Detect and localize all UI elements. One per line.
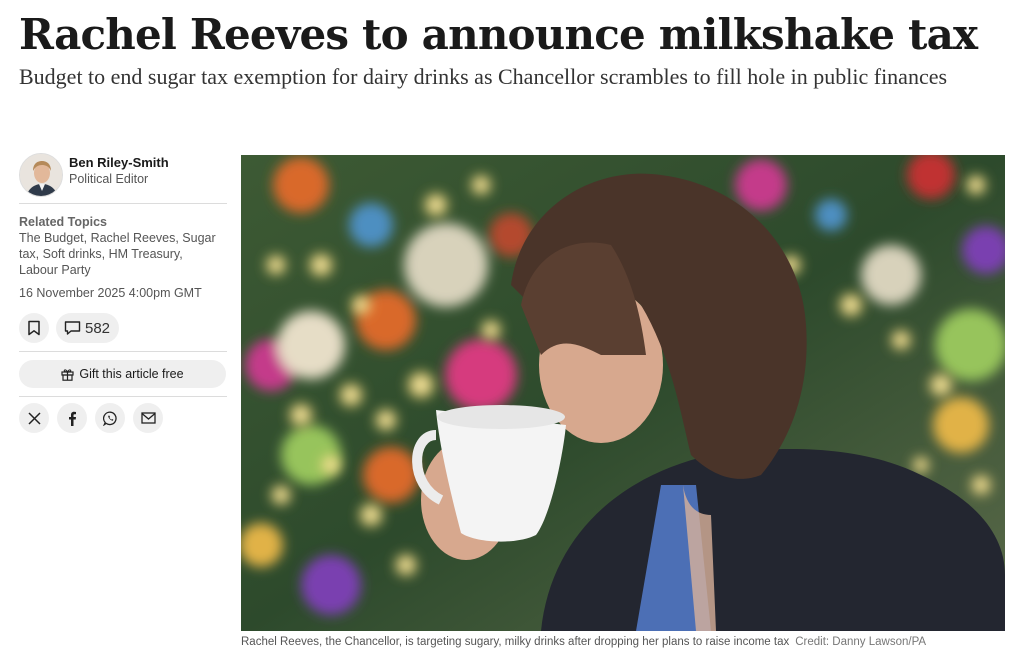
comment-count: 582 (85, 319, 111, 337)
article-standfirst: Budget to end sugar tax exemption for da… (19, 64, 948, 89)
related-topics-list[interactable]: The Budget, Rachel Reeves, Sugar tax, So… (19, 230, 224, 278)
share-whatsapp-button[interactable] (95, 403, 125, 433)
email-icon (140, 412, 156, 424)
divider (19, 351, 227, 352)
article-sidebar: Ben Riley-Smith Political Editor Related… (19, 153, 227, 433)
bookmark-button[interactable] (19, 313, 49, 343)
author-byline[interactable]: Ben Riley-Smith Political Editor (19, 153, 227, 203)
comments-button[interactable]: 582 (56, 313, 120, 343)
hero-image (241, 155, 1005, 631)
divider (19, 203, 227, 204)
gift-icon (61, 368, 74, 381)
gift-article-button[interactable]: Gift this article free (19, 360, 226, 388)
author-role: Political Editor (69, 172, 149, 186)
share-buttons (19, 403, 227, 433)
comment-icon (64, 321, 81, 335)
related-topics-title: Related Topics (19, 215, 107, 229)
caption-text: Rachel Reeves, the Chancellor, is target… (241, 636, 790, 648)
image-caption: Rachel Reeves, the Chancellor, is target… (241, 635, 1005, 649)
publish-date: 16 November 2025 4:00pm GMT (19, 286, 202, 300)
whatsapp-icon (102, 411, 117, 426)
article-headline: Rachel Reeves to announce milkshake tax (19, 10, 978, 59)
x-icon (27, 411, 41, 425)
author-avatar[interactable] (19, 153, 63, 197)
divider (19, 396, 227, 397)
article-actions: 582 (19, 313, 227, 343)
gift-label: Gift this article free (79, 367, 184, 381)
share-x-button[interactable] (19, 403, 49, 433)
share-facebook-button[interactable] (57, 403, 87, 433)
image-credit: Credit: Danny Lawson/PA (795, 636, 927, 648)
bookmark-icon (28, 320, 40, 336)
author-name[interactable]: Ben Riley-Smith (69, 155, 169, 171)
facebook-icon (69, 411, 76, 426)
share-email-button[interactable] (133, 403, 163, 433)
